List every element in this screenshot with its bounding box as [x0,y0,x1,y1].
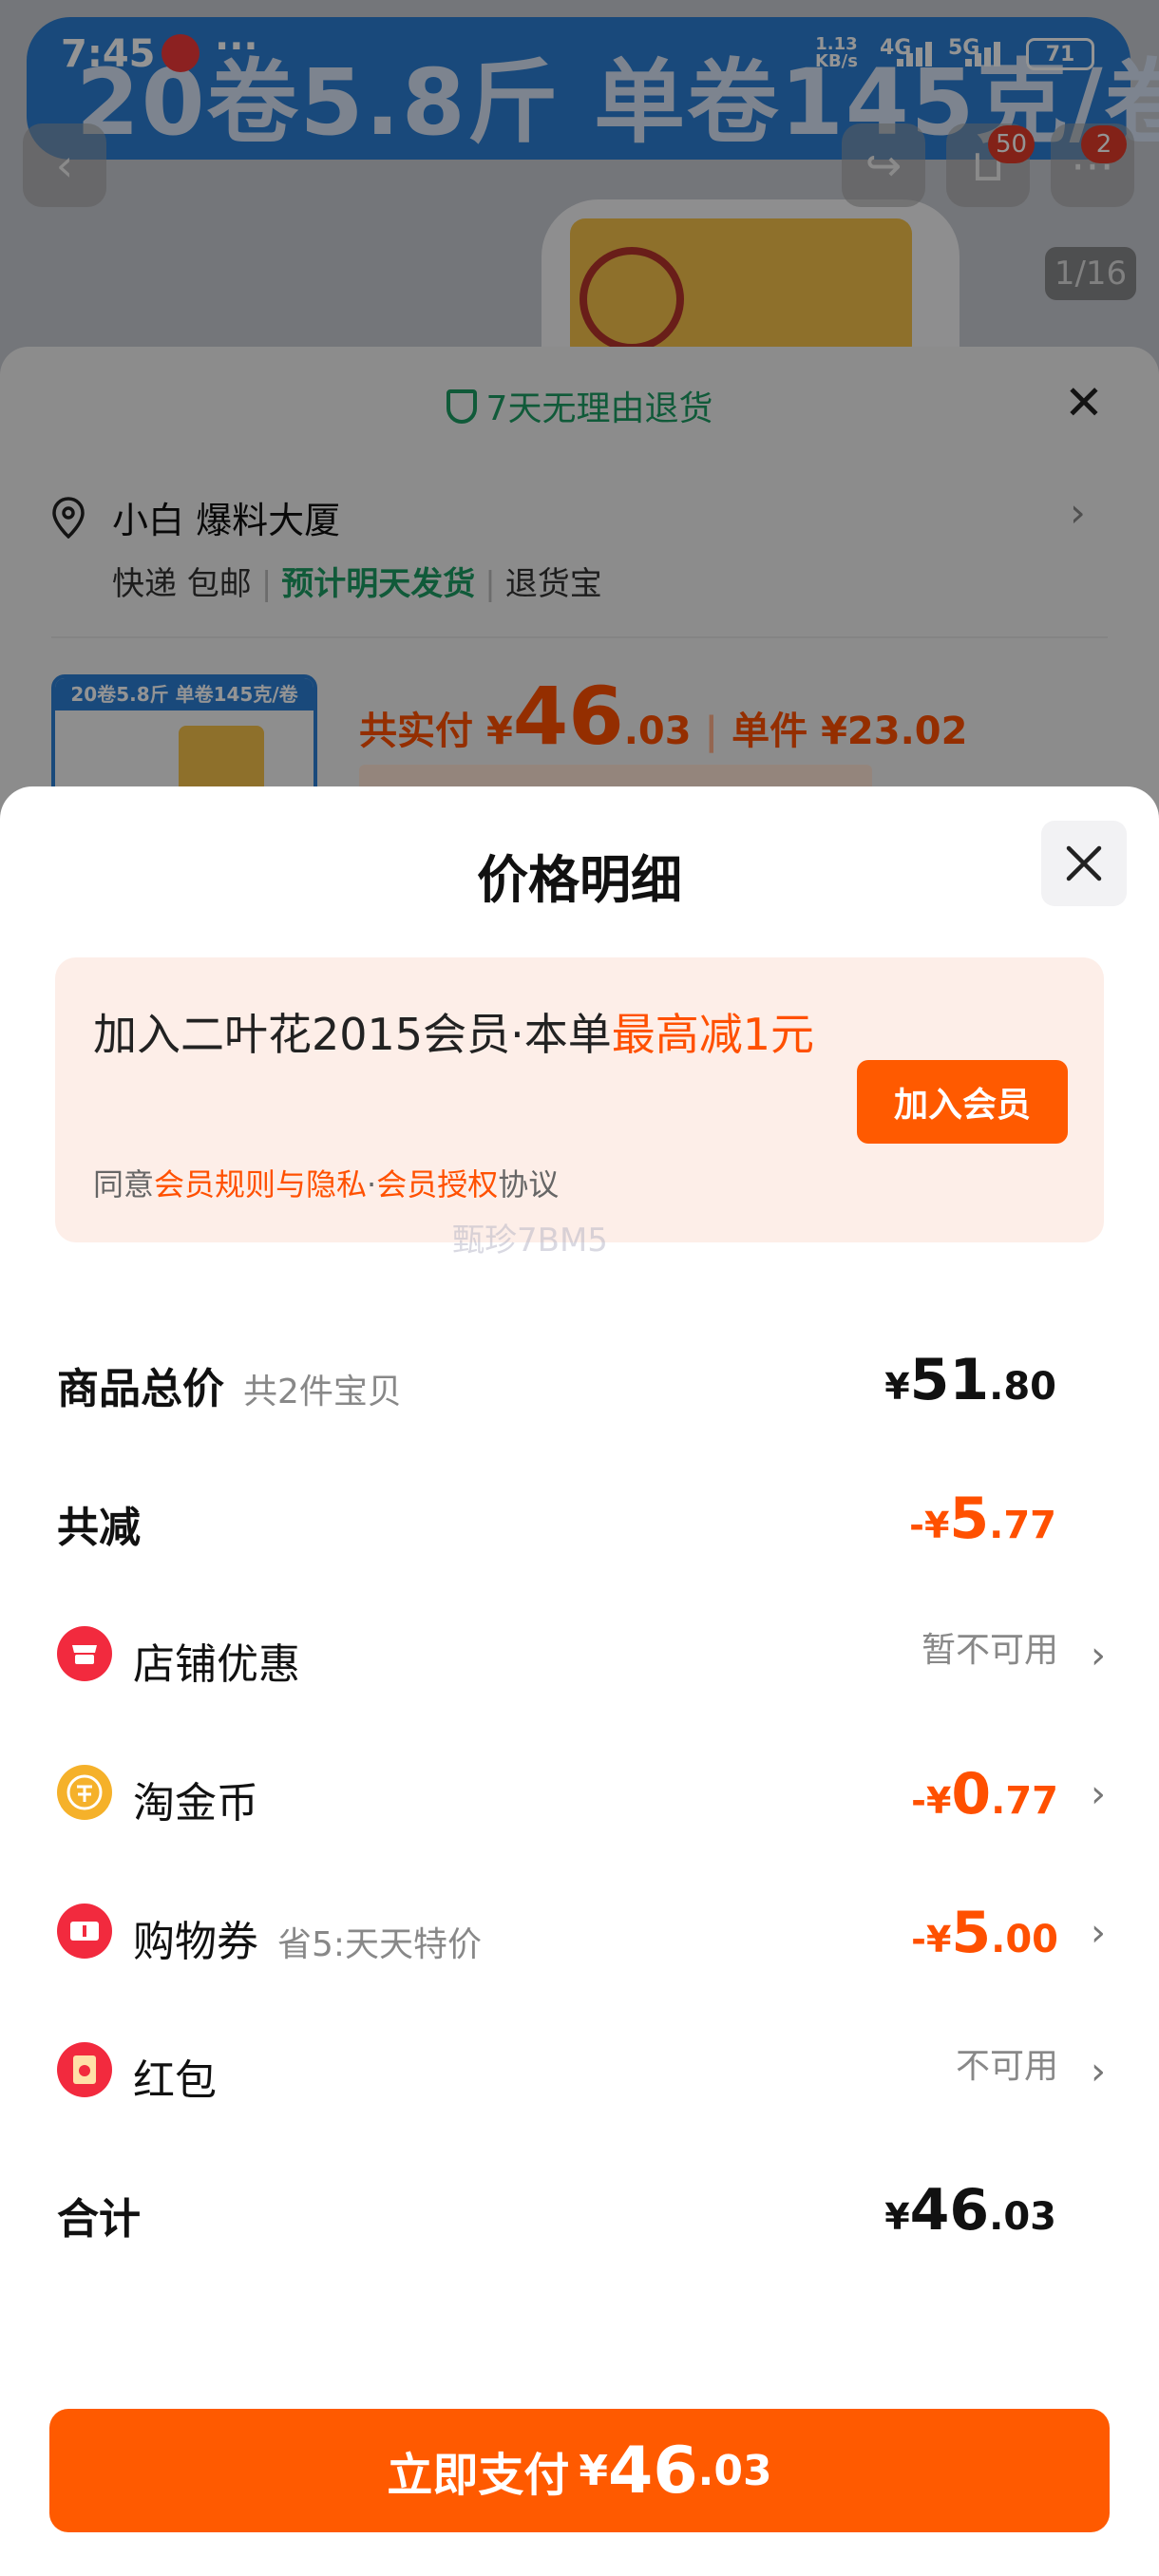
membership-offer: 加入二叶花2015会员·本单最高减1元 [93,1009,814,1060]
coin-icon [57,1765,112,1820]
subtotal-value: ¥46.03 [884,2177,1056,2244]
dim-overlay[interactable] [0,0,1159,855]
coin-value: -¥0.77 [911,1761,1058,1828]
close-button[interactable] [1041,821,1127,906]
row-shop-discount[interactable]: 店铺优惠 暂不可用 › [0,1605,1159,1700]
member-authorization-link[interactable]: 会员授权 [376,1166,498,1203]
row-total-discount: 共减 -¥5.77 [0,1468,1159,1563]
row-taojinbi[interactable]: 淘金币 -¥0.77 › [0,1744,1159,1839]
coupon-value: -¥5.00 [911,1900,1058,1966]
rules-privacy-link[interactable]: 会员规则与隐私 [154,1166,367,1203]
row-label: 共减 [57,1504,141,1552]
join-member-button[interactable]: 加入会员 [857,1060,1068,1144]
close-icon [1066,845,1102,881]
row-label: 红包 [133,2056,217,2105]
coupon-icon [57,1904,112,1959]
row-label: 商品总价 [57,1365,224,1413]
row-shopping-coupon[interactable]: 购物券 省5:天天特价 -¥5.00 › [0,1883,1159,1978]
row-goods-total: 商品总价 共2件宝贝 ¥51.80 [0,1330,1159,1425]
row-label: 店铺优惠 [133,1640,300,1689]
row-label: 淘金币 [133,1779,258,1828]
chevron-right-icon: › [1091,1911,1106,1955]
coupon-desc: 省5:天天特价 [277,1925,483,1964]
watermark: 甄珍7BM5 [452,1222,608,1260]
red-packet-icon [57,2042,112,2097]
row-label: 合计 [57,2195,141,2244]
goods-total-value: ¥51.80 [884,1347,1056,1413]
chevron-right-icon: › [1091,1772,1106,1816]
pay-now-button[interactable]: 立即支付 ¥46.03 [49,2409,1110,2532]
chevron-right-icon: › [1091,1634,1106,1677]
row-subtotal: 合计 ¥46.03 [0,2160,1159,2255]
row-red-packet[interactable]: 红包 不可用 › [0,2021,1159,2116]
price-detail-sheet: 价格明细 加入二叶花2015会员·本单最高减1元 同意会员规则与隐私·会员授权协… [0,786,1159,2576]
item-count: 共2件宝贝 [243,1373,402,1411]
membership-agreement: 同意会员规则与隐私·会员授权协议 [93,1166,560,1203]
red-packet-value: 不可用 [955,2047,1058,2086]
sheet-title: 价格明细 [477,850,682,910]
total-discount-value: -¥5.77 [909,1486,1056,1552]
shop-icon [57,1626,112,1681]
row-label: 购物券 [133,1918,258,1966]
membership-card: 加入二叶花2015会员·本单最高减1元 同意会员规则与隐私·会员授权协议 加入会… [55,957,1104,1242]
chevron-right-icon: › [1091,2050,1106,2093]
shop-discount-value: 暂不可用 [921,1631,1058,1670]
